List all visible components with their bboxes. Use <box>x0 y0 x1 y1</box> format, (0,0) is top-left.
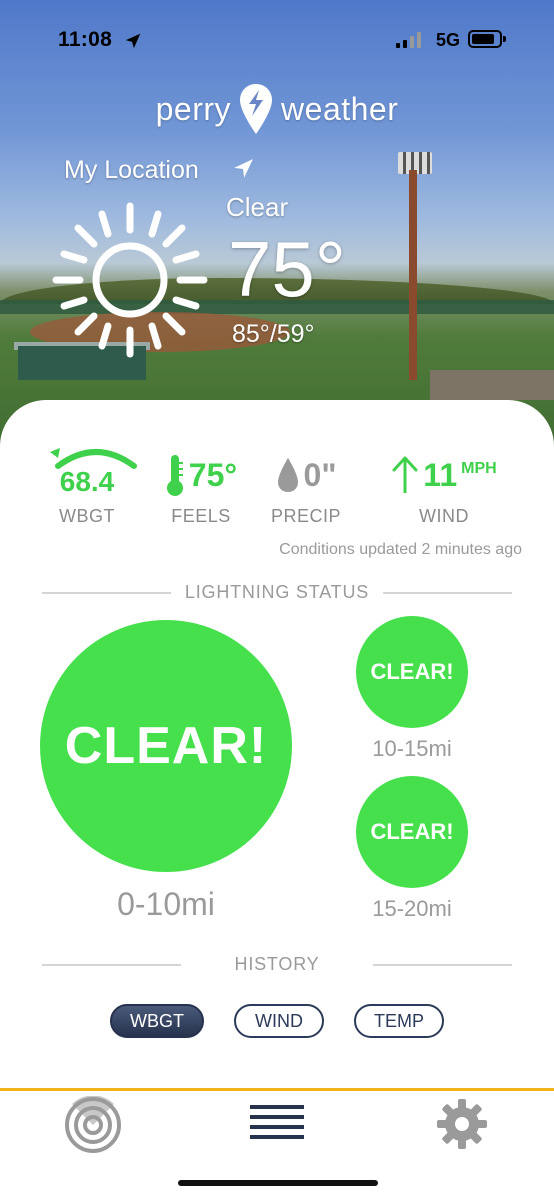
metric-wbgt[interactable]: 68.4 WBGT <box>49 448 137 527</box>
metric-wind[interactable]: 11 MPH WIND <box>384 450 504 527</box>
cellular-signal-icon <box>396 32 421 48</box>
zone-status: CLEAR! <box>64 717 268 775</box>
lightning-zone-10-15[interactable]: CLEAR! <box>356 616 468 728</box>
high-low-temperature: 85°/59° <box>232 320 315 348</box>
brand-text-left: perry <box>155 90 232 127</box>
condition-text: Clear <box>226 192 289 222</box>
tab-bar-accent-line <box>0 1088 554 1091</box>
history-tab-label: WBGT <box>130 1010 184 1031</box>
history-title: HISTORY <box>234 954 320 974</box>
network-type: 5G <box>436 30 461 50</box>
history-header: HISTORY <box>42 954 512 975</box>
thermometer-icon <box>166 455 183 496</box>
battery-icon <box>468 30 502 48</box>
zone-status: CLEAR! <box>370 819 454 844</box>
zone-range-15-20: 15-20mi <box>372 896 452 921</box>
wind-unit: MPH <box>461 460 497 477</box>
wbgt-label: WBGT <box>59 506 115 526</box>
battery-cap <box>503 36 506 42</box>
conditions-updated-text: Conditions updated 2 minutes ago <box>279 541 522 558</box>
history-tab-label: WIND <box>255 1010 303 1031</box>
zone-range-0-10: 0-10mi <box>117 886 215 922</box>
divider-line <box>383 591 512 594</box>
feels-value: 75° <box>188 456 238 493</box>
location-services-icon <box>125 33 141 49</box>
status-bar: 11:08 5G <box>0 0 554 84</box>
wind-value: 11 <box>423 456 458 493</box>
gear-icon[interactable] <box>436 1098 488 1150</box>
divider-line <box>42 963 181 966</box>
light-pole <box>409 170 417 380</box>
divider-line <box>373 963 512 966</box>
wbgt-gauge-icon <box>49 448 137 469</box>
divider-line <box>42 591 171 594</box>
zone-range-10-15: 10-15mi <box>372 736 452 761</box>
lightning-pin-icon <box>240 84 273 134</box>
history-tab-wbgt[interactable]: WBGT <box>110 1004 204 1038</box>
metric-feels[interactable]: 75° FEELS <box>156 450 246 527</box>
home-indicator[interactable] <box>178 1180 378 1186</box>
metric-precip[interactable]: 0" PRECIP <box>266 450 346 527</box>
feels-label: FEELS <box>171 506 231 526</box>
brand-logo: perry weather <box>0 82 554 136</box>
history-tab-label: TEMP <box>373 1010 424 1031</box>
location-arrow-icon <box>234 159 253 178</box>
raindrop-icon <box>277 458 298 492</box>
precip-label: PRECIP <box>270 506 342 526</box>
wind-label: WIND <box>419 506 469 526</box>
lightning-status-header: LIGHTNING STATUS <box>42 582 512 603</box>
precip-value: 0" <box>303 456 337 493</box>
current-temperature: 75° <box>228 225 346 313</box>
menu-icon[interactable] <box>250 1102 304 1144</box>
history-tab-wind[interactable]: WIND <box>234 1004 324 1038</box>
lightning-zone-0-10[interactable]: CLEAR! <box>40 620 292 872</box>
status-time: 11:08 <box>58 28 113 51</box>
lightning-status-title: LIGHTNING STATUS <box>184 582 370 602</box>
lightning-zone-15-20[interactable]: CLEAR! <box>356 776 468 888</box>
wind-direction-arrow-icon <box>392 456 418 493</box>
history-tab-temp[interactable]: TEMP <box>354 1004 444 1038</box>
location-name[interactable]: My Location <box>64 156 199 185</box>
bleachers <box>430 370 554 400</box>
zone-status: CLEAR! <box>370 659 454 684</box>
radar-icon[interactable] <box>64 1096 122 1154</box>
brand-text-right: weather <box>281 90 399 127</box>
sun-icon <box>52 202 208 358</box>
